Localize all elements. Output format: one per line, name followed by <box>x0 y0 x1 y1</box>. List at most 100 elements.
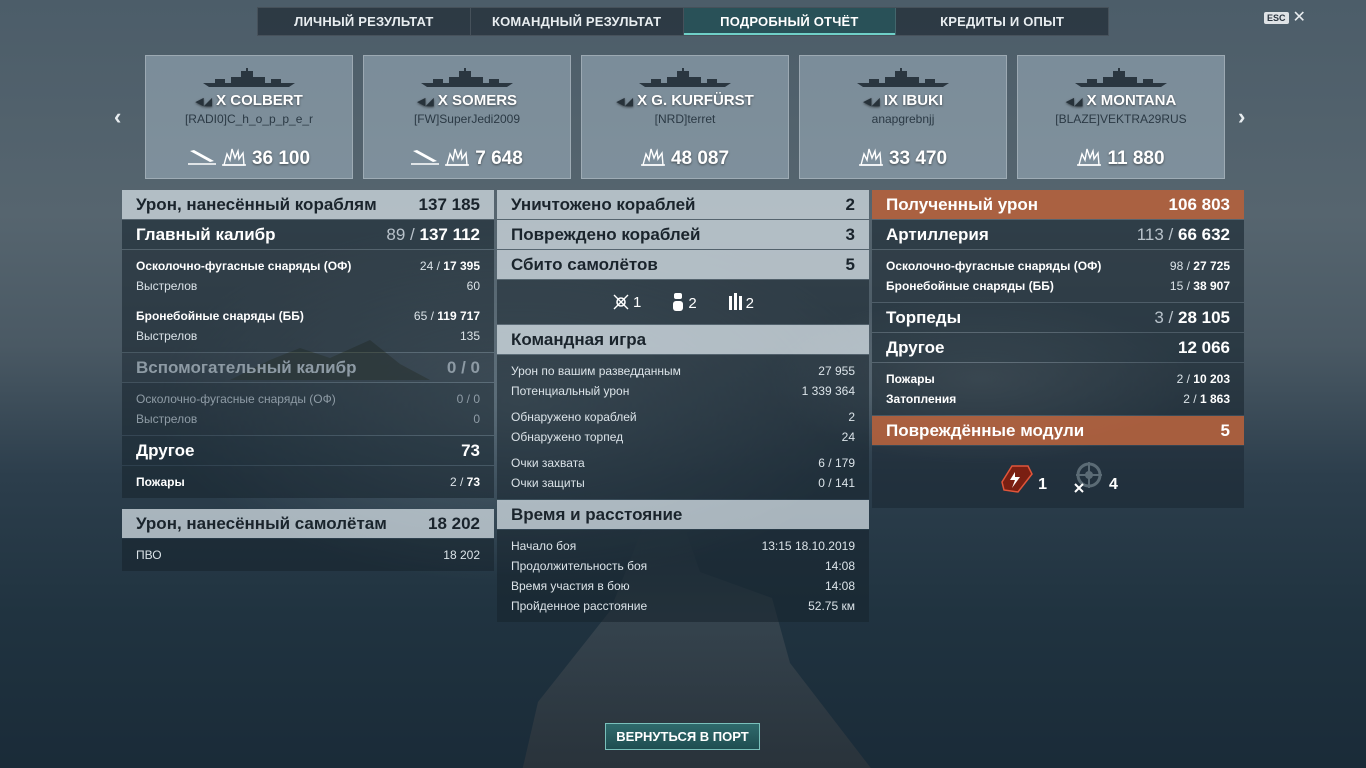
destroyed-value: 2 <box>845 194 855 214</box>
fighter-icon <box>613 294 629 310</box>
detail-label: Очки защиты <box>511 476 585 490</box>
ship-tier: X <box>1086 92 1097 109</box>
ship-name: ◀◢ IX IBUKI <box>800 92 1006 109</box>
esc-badge[interactable]: ESC <box>1264 12 1289 24</box>
bomber-stat: 2 <box>671 292 697 312</box>
rocket-icon <box>728 293 742 310</box>
damage-stat: 33 470 <box>800 146 1006 172</box>
detail-label: Пожары <box>136 475 185 489</box>
return-to-port-button[interactable]: ВЕРНУТЬСЯ В ПОРТ <box>605 723 760 750</box>
damage-icon <box>640 146 665 172</box>
detail-value: 1 863 <box>1199 392 1230 406</box>
damaged-label: Повреждено кораблей <box>511 224 701 244</box>
detail-label: Очки захвата <box>511 456 585 470</box>
prev-arrow-icon[interactable]: ‹ <box>114 104 121 130</box>
ship-class-icon: ◀◢ <box>195 96 213 108</box>
detail-label: Пожары <box>886 372 935 386</box>
tab-0[interactable]: ЛИЧНЫЙ РЕЗУЛЬТАТ <box>258 8 471 35</box>
secondary-header: Вспомогательный калибр 0 / 0 <box>122 353 494 382</box>
ship-card[interactable]: ◀◢ X G. KURFÜRST [NRD]terret 48 087 <box>581 55 789 179</box>
next-arrow-icon[interactable]: › <box>1238 104 1245 130</box>
detail-hits: 2 <box>449 475 457 489</box>
ship-tier: X <box>437 92 448 109</box>
ship-card[interactable]: ◀◢ X COLBERT [RADI0]C_h_o_p_p_e_r 36 100 <box>145 55 353 179</box>
engine-stat: 1 <box>998 460 1047 494</box>
main-battery-hits: 89 <box>386 224 406 244</box>
steering-stat: 4 <box>1071 460 1118 494</box>
detail-label: Потенциальный урон <box>511 384 630 398</box>
ship-card[interactable]: ◀◢ X SOMERS [FW]SuperJedi2009 7 648 <box>363 55 571 179</box>
received-header: Полученный урон 106 803 <box>872 190 1244 219</box>
damage-stat: 7 648 <box>364 146 570 172</box>
torpedoes-value: 28 105 <box>1178 307 1230 327</box>
detail-value: 38 907 <box>1193 279 1230 293</box>
artillery-hits: 113 <box>1136 224 1164 244</box>
detail-value: 0 <box>473 412 480 426</box>
fighter-count: 1 <box>632 294 642 311</box>
main-battery-header: Главный калибр 89 / 137 112 <box>122 220 494 249</box>
detail-label: Время участия в бою <box>511 579 630 593</box>
other-details: Пожары 2 / 73 <box>122 466 494 498</box>
ship-silhouette-icon <box>419 68 515 93</box>
artillery-header: Артиллерия 113 / 66 632 <box>872 220 1244 249</box>
detail-row: Выстрелов 135 <box>136 326 480 346</box>
received-value: 106 803 <box>1168 194 1230 214</box>
damage-value: 11 880 <box>1107 148 1165 169</box>
ship-title: G. KURFÜRST <box>651 92 754 109</box>
detail-label: Выстрелов <box>136 412 198 426</box>
detail-value: 14:08 <box>824 579 855 593</box>
detail-row: Пожары 2 / 10 203 <box>886 369 1230 389</box>
detail-label: Осколочно-фугасные снаряды (ОФ) <box>136 259 352 273</box>
tab-2[interactable]: ПОДРОБНЫЙ ОТЧЁТ <box>683 8 897 35</box>
ship-name: ◀◢ X SOMERS <box>364 92 570 109</box>
ship-title: SOMERS <box>452 92 518 109</box>
detail-row: Очки защиты 0 / 141 <box>511 473 855 493</box>
ship-class-icon: ◀◢ <box>1065 96 1083 108</box>
detail-row: Время участия в бою 14:08 <box>511 576 855 596</box>
detail-row: Осколочно-фугасные снаряды (ОФ) 24 / 17 3… <box>136 256 480 276</box>
rocket-stat: 2 <box>727 292 754 312</box>
bomber-count: 2 <box>688 295 697 312</box>
detail-row: Пожары 2 / 73 <box>136 472 480 492</box>
damage-icon <box>445 146 470 172</box>
torpedoes-label: Торпеды <box>886 307 962 327</box>
detail-value: 14:08 <box>824 559 855 573</box>
main-battery-details: Осколочно-фугасные снаряды (ОФ) 24 / 17 3… <box>122 250 494 352</box>
esc-close[interactable]: ESC ✕ <box>1264 10 1306 26</box>
planes-value: 5 <box>845 254 855 274</box>
ship-silhouette-icon <box>855 68 951 93</box>
damage-value: 33 470 <box>888 148 948 169</box>
ship-tier: X <box>216 92 227 109</box>
player-name: [BLAZE]VEKTRA29RUS <box>1055 112 1187 126</box>
detail-value: 27 955 <box>818 364 855 378</box>
close-icon[interactable]: ✕ <box>1293 10 1306 26</box>
detail-label: Обнаружено кораблей <box>511 410 637 424</box>
detail-label: Выстрелов <box>136 279 198 293</box>
team-details: Урон по вашим разведданным 27 955 Потенциа… <box>497 355 869 499</box>
damage-value: 48 087 <box>670 148 730 169</box>
detail-value: 60 <box>466 279 480 293</box>
detail-hits: 24 <box>419 259 434 273</box>
planes-header: Сбито самолётов 5 <box>497 250 869 279</box>
detail-hits: 98 <box>1169 259 1184 273</box>
steering-count: 4 <box>1109 476 1118 493</box>
ship-title: MONTANA <box>1100 92 1177 109</box>
player-name: [NRD]terret <box>654 112 716 126</box>
detail-row: Обнаружено кораблей 2 <box>511 407 855 427</box>
detail-value: 2 <box>848 410 855 424</box>
ship-card[interactable]: ◀◢ X MONTANA [BLAZE]VEKTRA29RUS 11 880 <box>1017 55 1225 179</box>
ship-card[interactable]: ◀◢ IX IBUKI anapgrebnjj 33 470 <box>799 55 1007 179</box>
ship-title: IBUKI <box>902 92 944 109</box>
team-label: Командная игра <box>511 329 647 349</box>
artillery-label: Артиллерия <box>886 224 989 244</box>
received-other-details: Пожары 2 / 10 203 Затопления 2 / 1 863 <box>872 363 1244 415</box>
ship-name: ◀◢ X G. KURFÜRST <box>582 92 788 109</box>
tab-1[interactable]: КОМАНДНЫЙ РЕЗУЛЬТАТ <box>471 8 684 35</box>
player-name: [FW]SuperJedi2009 <box>413 112 521 126</box>
detail-row: Потенциальный урон 1 339 364 <box>511 381 855 401</box>
detail-row: Обнаружено торпед 24 <box>511 427 855 447</box>
received-other-value: 12 066 <box>1178 337 1230 357</box>
tab-3[interactable]: КРЕДИТЫ И ОПЫТ <box>896 8 1108 35</box>
main-battery-value: 137 112 <box>419 224 480 244</box>
detail-value: 17 395 <box>443 259 480 273</box>
